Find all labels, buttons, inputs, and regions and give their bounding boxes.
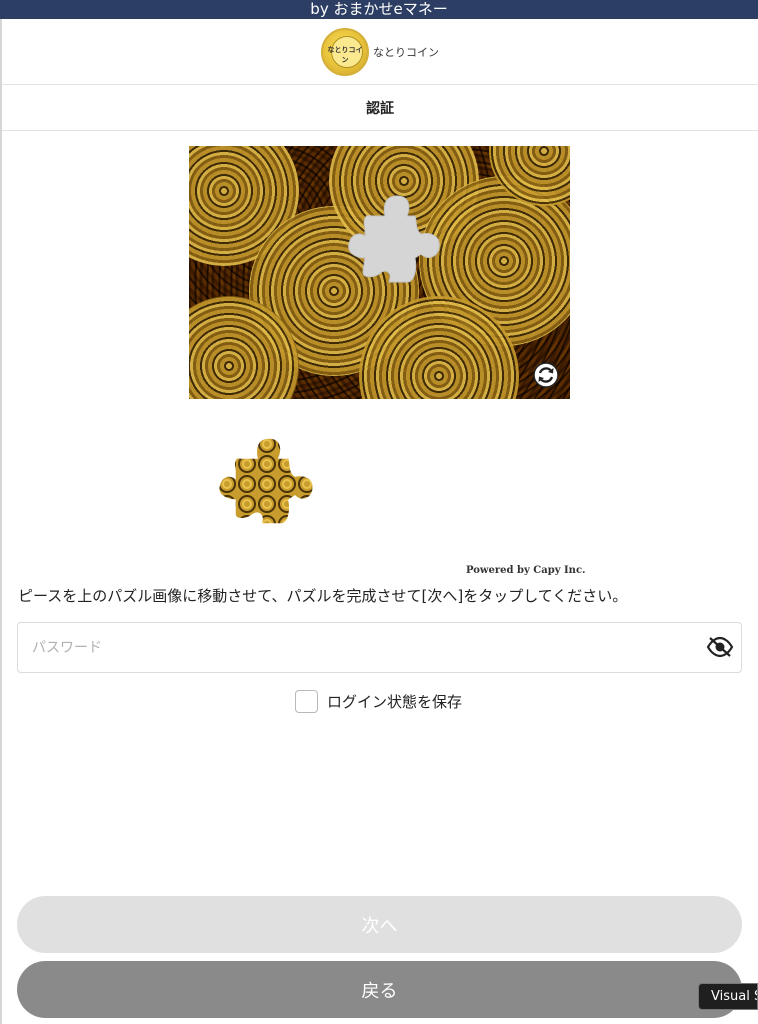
instruction-text: ピースを上のパズル画像に移動させて、パズルを完成させて[次へ]をタップしてくださ… [18,587,628,605]
visual-tooltip: Visual S [698,983,758,1010]
eye-slash-icon[interactable] [706,636,734,658]
password-field [17,622,742,673]
remember-label[interactable]: ログイン状態を保存 [327,691,462,712]
top-banner: by おまかせeマネー [0,0,758,19]
natori-coin-logo: なとりコイン [321,27,369,76]
back-button[interactable]: 戻る [17,961,742,1018]
header: なとりコイン なとりコイン [2,19,758,85]
remember-checkbox[interactable] [295,689,318,713]
brand-name: なとりコイン [373,45,439,59]
powered-by-label: Powered by Capy Inc. [466,565,586,576]
captcha-puzzle-image [189,146,570,399]
refresh-icon[interactable] [532,361,560,389]
puzzle-hole [348,195,440,283]
remember-login[interactable]: ログイン状態を保存 [295,688,462,714]
logo-text: なとりコイン [327,45,363,64]
next-button[interactable]: 次へ [17,896,742,953]
page: by おまかせeマネー なとりコイン なとりコイン 認証 Powered by … [0,0,758,1024]
puzzle-piece[interactable] [217,434,323,530]
password-input[interactable] [32,623,692,672]
left-edge-divider [0,19,2,1024]
page-title: 認証 [2,85,758,131]
